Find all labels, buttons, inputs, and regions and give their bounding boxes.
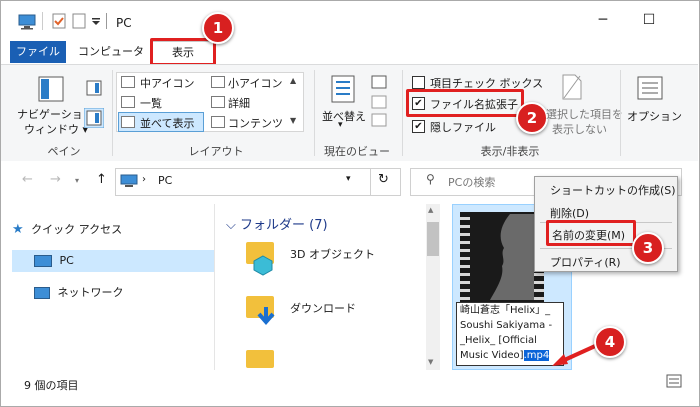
details-pane-icon[interactable] — [84, 108, 104, 128]
item-count: 9 個の項目 — [24, 379, 79, 392]
network-icon — [34, 287, 50, 299]
layout-small-icons[interactable]: 小アイコン — [228, 75, 282, 91]
scroll-thumb[interactable] — [427, 222, 439, 256]
view-small-buttons-icon[interactable] — [370, 74, 390, 128]
sort-icon[interactable] — [330, 74, 356, 104]
properties-check-icon[interactable] — [52, 13, 66, 29]
sort-button[interactable]: 並べ替え — [322, 108, 366, 124]
window-title: PC — [116, 16, 132, 30]
scroll-up-icon[interactable]: ▲ — [428, 206, 433, 214]
nav-pane-label-2[interactable]: ウィンドウ ▾ — [24, 121, 88, 137]
star-icon: ★ — [12, 222, 24, 237]
portrait-silhouette — [490, 214, 534, 300]
address-dropdown-icon[interactable]: ▾ — [346, 174, 351, 184]
chevron-down-icon: ⌵ — [226, 218, 236, 233]
ribbon-separator — [402, 70, 403, 156]
group-label-layout: レイアウト — [188, 145, 244, 158]
gallery-scroll-up-icon[interactable]: ▲ — [290, 76, 296, 85]
annotation-box-rename — [546, 220, 636, 246]
menu-create-shortcut[interactable]: ショートカットの作成(S) — [550, 182, 676, 198]
selected-extension: .mp4 — [523, 350, 550, 361]
folder-downloads[interactable]: ダウンロード — [290, 300, 356, 316]
gallery-expand-icon[interactable]: ▼ — [290, 116, 296, 125]
hidden-files-label[interactable]: 隠しファイル — [430, 119, 496, 135]
details-icon — [211, 96, 225, 108]
options-button[interactable]: オプション — [627, 108, 682, 124]
step-badge-3: 3 — [632, 232, 664, 264]
item-checkbox-toggle[interactable] — [412, 76, 425, 89]
group-header-label: フォルダー (7) — [240, 218, 328, 233]
list-icon — [121, 96, 135, 108]
status-bar — [1, 370, 698, 404]
back-icon[interactable]: ← — [22, 172, 33, 187]
content-icon — [211, 116, 225, 128]
nav-item-label: PC — [59, 254, 74, 267]
nav-item-label: クイック アクセス — [31, 223, 123, 236]
refresh-icon[interactable]: ↻ — [378, 172, 389, 187]
annotation-box-file-ext — [406, 89, 524, 117]
group-label-show-hide: 表示/非表示 — [480, 145, 540, 158]
download-arrow-icon — [257, 307, 275, 326]
nav-item-network[interactable]: ネットワーク — [12, 282, 214, 304]
menu-properties[interactable]: プロパティ(R) — [550, 254, 621, 270]
3d-cube-icon — [253, 255, 273, 276]
film-strip-icon — [460, 212, 470, 302]
layout-medium-icons[interactable]: 中アイコン — [140, 75, 194, 91]
annotation-box-view — [150, 38, 216, 66]
minimize-button[interactable]: ─ — [580, 6, 626, 34]
sort-dropdown-icon[interactable]: ▾ — [338, 120, 343, 130]
ribbon-separator — [620, 70, 621, 156]
search-icon: ⚲ — [426, 172, 435, 186]
folder-3d-objects[interactable]: 3D オブジェクト — [290, 246, 375, 262]
scroll-down-icon[interactable]: ▼ — [428, 358, 433, 366]
search-input[interactable]: PCの検索 — [448, 174, 495, 190]
group-label-pane: ペイン — [47, 145, 81, 158]
layout-list[interactable]: 一覧 — [140, 95, 162, 111]
nav-item-label: ネットワーク — [57, 286, 124, 299]
hide-selected-icon[interactable] — [560, 74, 584, 100]
breadcrumb-separator[interactable]: › — [142, 174, 146, 185]
nav-item-pc[interactable]: PC — [12, 250, 214, 272]
layout-tiles[interactable]: 並べて表示 — [140, 115, 195, 131]
folder-icon — [246, 350, 274, 368]
navigation-pane-icon[interactable] — [38, 76, 64, 102]
rename-line: Soushi Sakiyama - — [460, 320, 553, 331]
folders-group-header[interactable]: ⌵ フォルダー (7) — [226, 214, 328, 233]
up-icon[interactable]: ↑ — [96, 172, 107, 187]
medium-icons-icon — [121, 76, 135, 88]
breadcrumb-pc[interactable]: PC — [158, 174, 172, 187]
maximize-button[interactable]: ☐ — [626, 6, 672, 34]
computer-icon[interactable] — [18, 14, 36, 30]
hide-selected-label-2[interactable]: 表示しない — [552, 121, 607, 137]
tiles-icon — [121, 116, 135, 128]
hide-selected-label[interactable]: 選択した項目を — [546, 106, 623, 122]
options-icon[interactable] — [637, 76, 663, 100]
layout-content[interactable]: コンテンツ — [228, 115, 283, 131]
details-view-icon[interactable] — [666, 374, 682, 388]
rename-line: 崎山蒼志「Helix」_ — [460, 305, 551, 316]
ribbon-separator — [112, 70, 113, 156]
step-badge-4: 4 — [594, 326, 626, 358]
pc-icon — [34, 255, 52, 267]
group-label-current-view: 現在のビュー — [324, 145, 390, 158]
recent-locations-icon[interactable]: ▾ — [75, 176, 79, 185]
pc-icon — [120, 174, 138, 187]
nav-pane-label[interactable]: ナビゲーション — [17, 106, 94, 122]
hidden-files-checkbox[interactable]: ✔ — [412, 120, 425, 133]
new-folder-icon[interactable] — [72, 13, 86, 29]
tab-file[interactable]: ファイル — [10, 41, 66, 63]
menu-delete[interactable]: 削除(D) — [550, 205, 589, 221]
nav-item-quick-access[interactable]: ★ クイック アクセス — [12, 219, 214, 241]
tab-computer[interactable]: コンピューター — [76, 41, 146, 80]
ribbon-separator — [314, 70, 315, 156]
dropdown-arrow-icon[interactable] — [91, 17, 101, 27]
address-divider — [370, 168, 371, 196]
small-icons-icon — [211, 76, 225, 88]
forward-icon[interactable]: → — [50, 172, 61, 187]
step-badge-1: 1 — [202, 12, 234, 44]
layout-details[interactable]: 詳細 — [228, 95, 250, 111]
pane-divider — [214, 204, 215, 370]
preview-pane-icon[interactable] — [86, 80, 102, 96]
step-badge-2: 2 — [516, 102, 548, 134]
